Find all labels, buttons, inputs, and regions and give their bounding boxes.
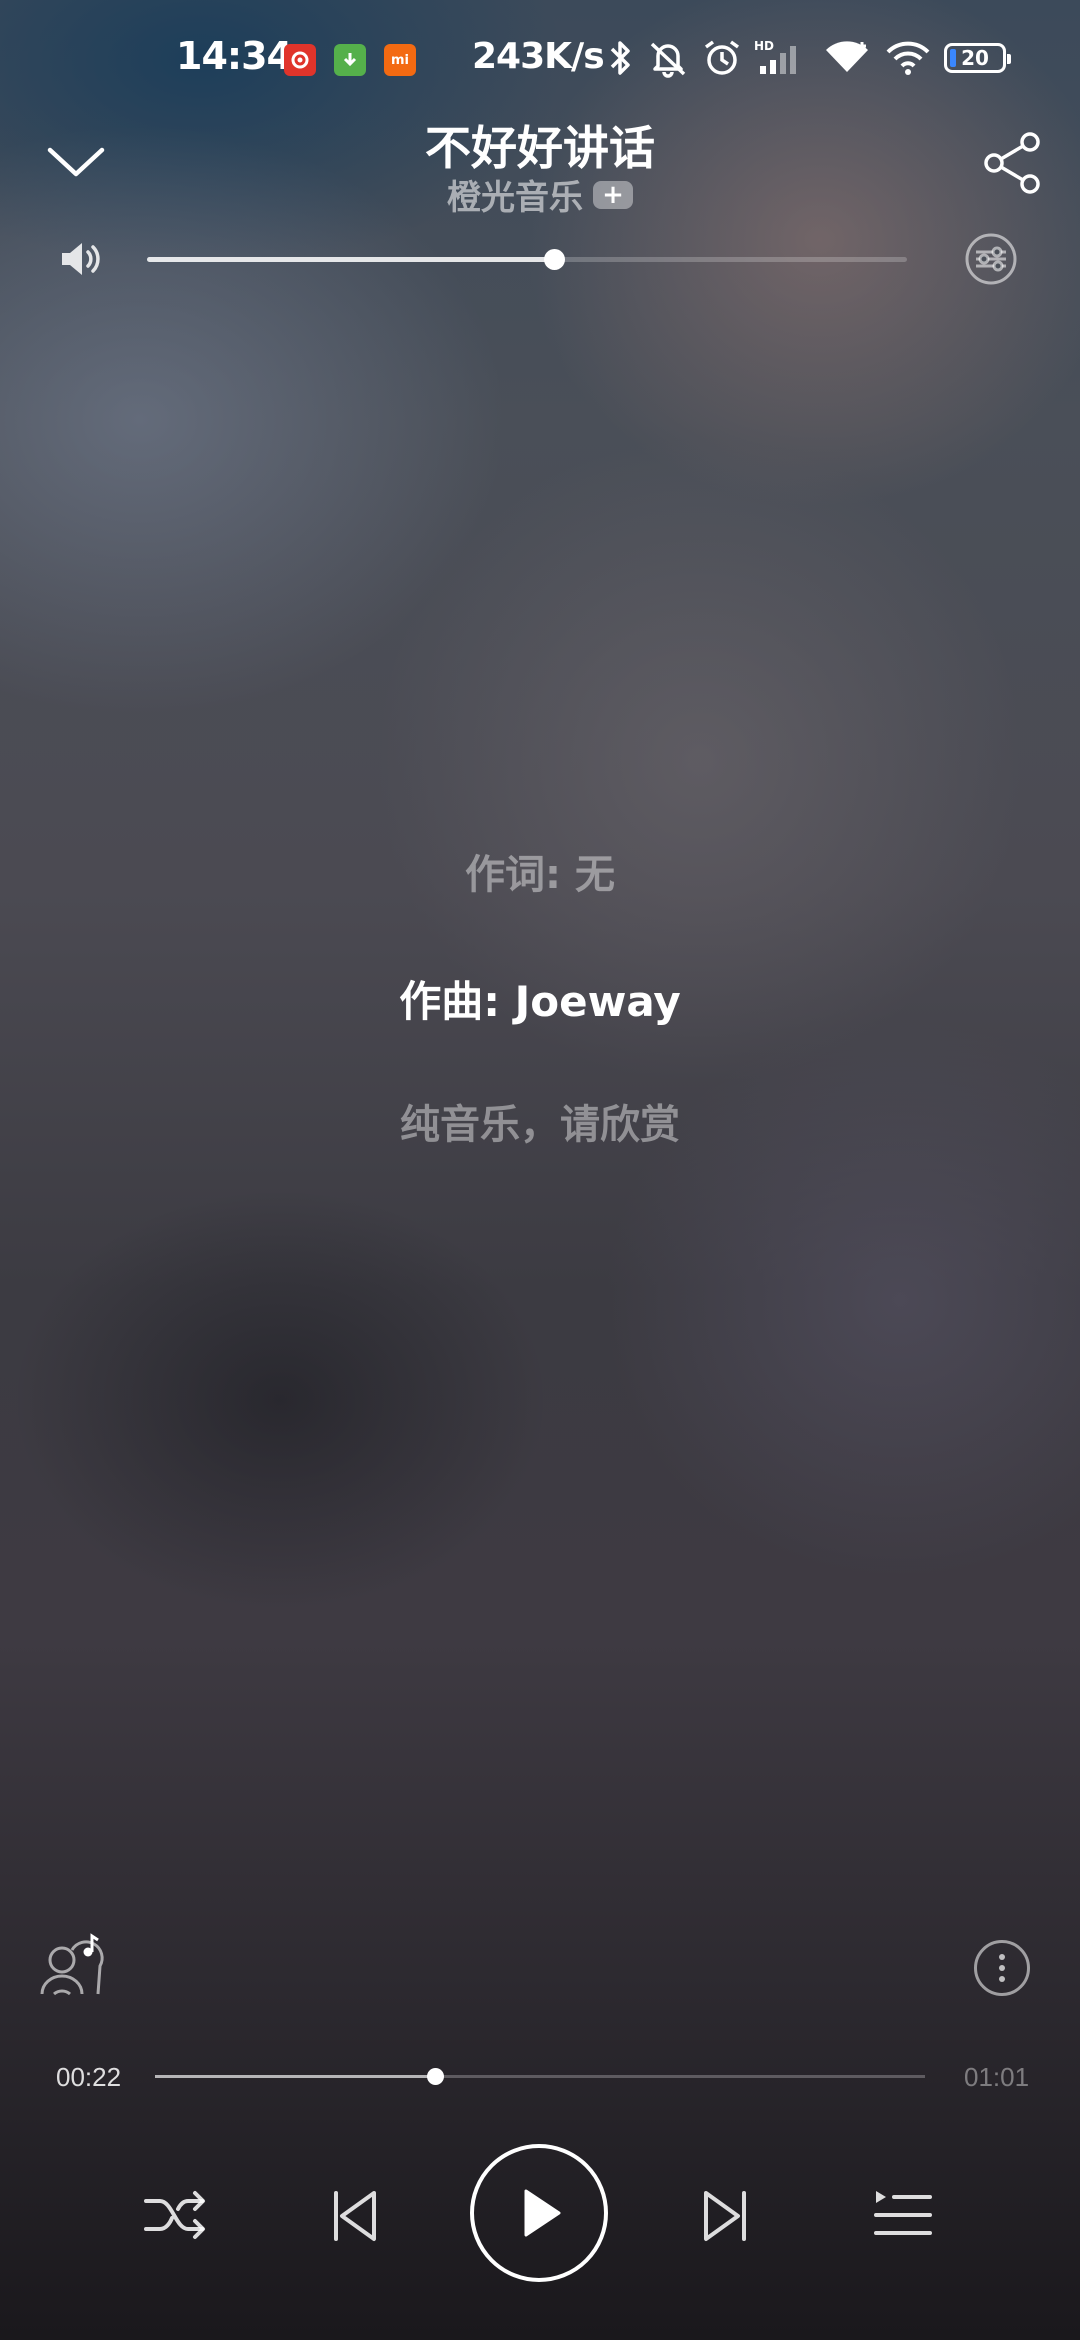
play-button[interactable] — [470, 2144, 608, 2282]
volume-fill — [147, 257, 554, 262]
network-speed: 243K/s — [472, 36, 605, 77]
previous-icon — [334, 2191, 376, 2241]
playlist-button[interactable] — [868, 2185, 938, 2245]
download-icon — [334, 44, 366, 76]
volume-slider[interactable] — [147, 249, 907, 270]
volume-icon[interactable] — [58, 238, 106, 280]
hd-signal-icon: HD — [754, 39, 796, 74]
mute-icon — [650, 42, 686, 78]
singer-icon — [40, 1933, 104, 1996]
lyric-line[interactable]: 纯音乐，请欣赏 — [0, 1092, 1080, 1150]
bluetooth-icon — [610, 41, 630, 75]
total-time: 01:01 — [964, 2062, 1030, 2092]
status-icons: HD 20 — [606, 38, 1011, 78]
status-bar: 14:34 mi 243K/s HD 20 — [0, 0, 1080, 120]
artist-name[interactable]: 橙光音乐 — [447, 170, 583, 219]
wifi-icon — [886, 41, 930, 75]
playback-progress-slider[interactable] — [155, 2068, 925, 2085]
equalizer-icon — [965, 233, 1017, 285]
mi-icon: mi — [384, 44, 416, 76]
play-icon — [524, 2189, 561, 2237]
singer-button[interactable] — [38, 1932, 106, 1996]
alarm-icon — [704, 40, 740, 75]
follow-artist-button[interactable]: + — [593, 180, 633, 209]
shuffle-icon — [144, 2191, 205, 2239]
lyric-line[interactable]: 作词: 无 — [0, 842, 1080, 900]
artist-row: 橙光音乐 + — [0, 170, 1080, 219]
previous-button[interactable] — [322, 2183, 388, 2249]
share-icon — [984, 132, 1040, 194]
battery-level: 20 — [961, 46, 989, 70]
share-button[interactable] — [980, 130, 1046, 196]
song-title: 不好好讲话 — [425, 121, 655, 175]
next-icon — [704, 2191, 746, 2241]
progress-fill — [155, 2075, 435, 2078]
shuffle-button[interactable] — [140, 2185, 210, 2245]
battery-icon: 20 — [944, 43, 1011, 73]
status-time: 14:34 — [176, 34, 293, 78]
progress-thumb[interactable] — [426, 2068, 444, 2085]
netease-music-icon — [284, 44, 316, 76]
wifi-icon — [826, 41, 868, 72]
volume-thumb[interactable] — [543, 249, 565, 270]
next-button[interactable] — [692, 2183, 758, 2249]
playlist-icon — [874, 2191, 932, 2235]
more-options-button[interactable] — [974, 1940, 1030, 1996]
lyric-line-active[interactable]: 作曲: Joeway — [0, 968, 1080, 1029]
elapsed-time: 00:22 — [56, 2062, 122, 2092]
svg-text:HD: HD — [754, 39, 774, 53]
equalizer-button[interactable] — [964, 232, 1018, 286]
